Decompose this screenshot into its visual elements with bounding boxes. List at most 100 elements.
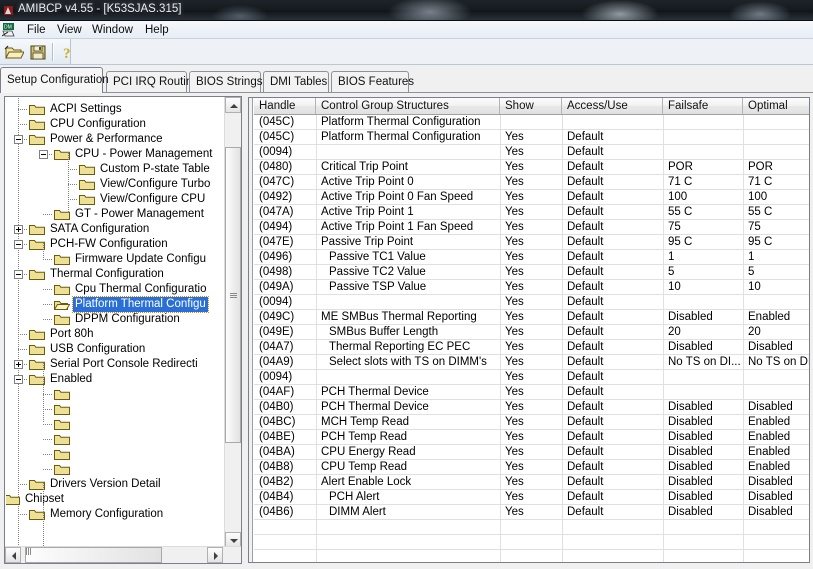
cell-show[interactable]: Yes [500, 460, 562, 475]
cell-show[interactable]: Yes [500, 400, 562, 415]
cell-optimal[interactable] [743, 370, 809, 385]
cell-show[interactable] [500, 115, 562, 130]
cell-handle[interactable] [254, 520, 316, 535]
table-row[interactable]: (0094) Yes Default [254, 370, 809, 385]
column-header-handle[interactable]: Handle [254, 98, 316, 114]
cell-control-group-structure[interactable]: Passive TSP Value [316, 280, 500, 295]
cell-failsafe[interactable]: Disabled [663, 310, 743, 325]
cell-control-group-structure[interactable]: Critical Trip Point [316, 160, 500, 175]
cell-control-group-structure[interactable]: Active Trip Point 0 Fan Speed [316, 190, 500, 205]
cell-control-group-structure[interactable]: ME SMBus Thermal Reporting [316, 310, 500, 325]
table-row[interactable]: (04A7) Thermal Reporting EC PEC Yes Default… [254, 340, 809, 355]
cell-failsafe[interactable] [663, 145, 743, 160]
tree-expand-icon[interactable] [14, 225, 23, 234]
cell-optimal[interactable]: 5 [743, 265, 809, 280]
cell-control-group-structure[interactable]: SMBus Buffer Length [316, 325, 500, 340]
horizontal-scroll-thumb[interactable] [25, 547, 162, 563]
mdi-document-icon[interactable]: DM [1, 23, 17, 37]
cell-failsafe[interactable]: Disabled [663, 460, 743, 475]
cell-show[interactable]: Yes [500, 145, 562, 160]
cell-optimal[interactable]: Enabled [743, 310, 809, 325]
cell-access-use[interactable]: Default [562, 145, 663, 160]
cell-failsafe[interactable]: POR [663, 160, 743, 175]
window-title-bar[interactable]: AMIBCP v4.55 - [K53SJAS.315] [0, 0, 813, 21]
cell-failsafe[interactable] [663, 295, 743, 310]
column-header-control-group-structures[interactable]: Control Group Structures [316, 98, 500, 114]
tab-bios-strings[interactable]: BIOS Strings [189, 71, 262, 92]
tree-expand-icon[interactable] [14, 360, 23, 369]
cell-control-group-structure[interactable]: CPU Energy Read [316, 445, 500, 460]
table-row[interactable]: (049A) Passive TSP Value Yes Default 10 10 [254, 280, 809, 295]
cell-failsafe[interactable] [663, 550, 743, 562]
table-row[interactable]: (04BE) PCH Temp Read Yes Default Disabled Ena… [254, 430, 809, 445]
cell-failsafe[interactable]: Disabled [663, 415, 743, 430]
cell-handle[interactable]: (04B6) [254, 505, 316, 520]
cell-control-group-structure[interactable]: PCH Thermal Device [316, 385, 500, 400]
cell-optimal[interactable]: 55 C [743, 205, 809, 220]
table-row[interactable]: (045C) Platform Thermal Configuration Yes D… [254, 130, 809, 145]
cell-optimal[interactable] [743, 115, 809, 130]
cell-handle[interactable]: (047E) [254, 235, 316, 250]
cell-handle[interactable]: (049E) [254, 325, 316, 340]
cell-failsafe[interactable]: 95 C [663, 235, 743, 250]
cell-access-use[interactable]: Default [562, 505, 663, 520]
scroll-left-button[interactable] [5, 547, 21, 563]
cell-control-group-structure[interactable]: Passive TC1 Value [316, 250, 500, 265]
cell-handle[interactable]: (047C) [254, 175, 316, 190]
table-row[interactable]: (0492) Active Trip Point 0 Fan Speed Yes De… [254, 190, 809, 205]
cell-control-group-structure[interactable]: PCH Alert [316, 490, 500, 505]
cell-failsafe[interactable]: 75 [663, 220, 743, 235]
cell-access-use[interactable]: Default [562, 205, 663, 220]
menu-item-window[interactable]: Window [87, 23, 138, 37]
cell-optimal[interactable] [743, 385, 809, 400]
cell-control-group-structure[interactable] [316, 295, 500, 310]
cell-failsafe[interactable]: 100 [663, 190, 743, 205]
cell-failsafe[interactable]: Disabled [663, 490, 743, 505]
cell-optimal[interactable]: Disabled [743, 505, 809, 520]
table-row[interactable]: (0498) Passive TC2 Value Yes Default 5 5 [254, 265, 809, 280]
cell-handle[interactable]: (0094) [254, 295, 316, 310]
cell-control-group-structure[interactable]: Active Trip Point 0 [316, 175, 500, 190]
cell-handle[interactable]: (04B4) [254, 490, 316, 505]
table-row[interactable]: (04B2) Alert Enable Lock Yes Default Disable… [254, 475, 809, 490]
menu-item-file[interactable]: File [22, 23, 51, 37]
cell-optimal[interactable]: Disabled [743, 400, 809, 415]
cell-handle[interactable]: (04BC) [254, 415, 316, 430]
cell-optimal[interactable]: 20 [743, 325, 809, 340]
cell-optimal[interactable]: Disabled [743, 490, 809, 505]
cell-control-group-structure[interactable]: CPU Temp Read [316, 460, 500, 475]
cell-access-use[interactable]: Default [562, 265, 663, 280]
cell-failsafe[interactable]: Disabled [663, 400, 743, 415]
cell-show[interactable]: Yes [500, 250, 562, 265]
table-row[interactable]: (047C) Active Trip Point 0 Yes Default 71 C7… [254, 175, 809, 190]
cell-handle[interactable]: (049C) [254, 310, 316, 325]
cell-control-group-structure[interactable] [316, 520, 500, 535]
column-header-access-use[interactable]: Access/Use [562, 98, 663, 114]
menu-item-view[interactable]: View [52, 23, 87, 37]
cell-control-group-structure[interactable] [316, 550, 500, 562]
cell-failsafe[interactable] [663, 370, 743, 385]
cell-access-use[interactable]: Default [562, 475, 663, 490]
cell-control-group-structure[interactable] [316, 145, 500, 160]
cell-control-group-structure[interactable]: MCH Temp Read [316, 415, 500, 430]
cell-show[interactable]: Yes [500, 325, 562, 340]
table-row[interactable]: (04AF) PCH Thermal Device Yes Default [254, 385, 809, 400]
cell-show[interactable]: Yes [500, 235, 562, 250]
cell-show[interactable] [500, 520, 562, 535]
table-row[interactable]: (047E) Passive Trip Point Yes Default 95 C 95… [254, 235, 809, 250]
column-header-failsafe[interactable]: Failsafe [663, 98, 743, 114]
cell-handle[interactable]: (04BE) [254, 430, 316, 445]
cell-show[interactable]: Yes [500, 280, 562, 295]
cell-control-group-structure[interactable]: Active Trip Point 1 [316, 205, 500, 220]
cell-show[interactable] [500, 535, 562, 550]
table-row[interactable]: (04B0) PCH Thermal Device Yes Default Disabl… [254, 400, 809, 415]
cell-handle[interactable]: (04B8) [254, 460, 316, 475]
cell-show[interactable]: Yes [500, 415, 562, 430]
cell-handle[interactable]: (04A7) [254, 340, 316, 355]
control-group-table-panel[interactable]: Handle Control Group Structures Show Access… [248, 97, 810, 563]
table-row[interactable]: (0494) Active Trip Point 1 Fan Speed Yes De… [254, 220, 809, 235]
cell-control-group-structure[interactable] [316, 535, 500, 550]
table-row[interactable]: (047A) Active Trip Point 1 Yes Default 55 C5… [254, 205, 809, 220]
table-row[interactable]: (0094) Yes Default [254, 295, 809, 310]
cell-access-use[interactable]: Default [562, 385, 663, 400]
